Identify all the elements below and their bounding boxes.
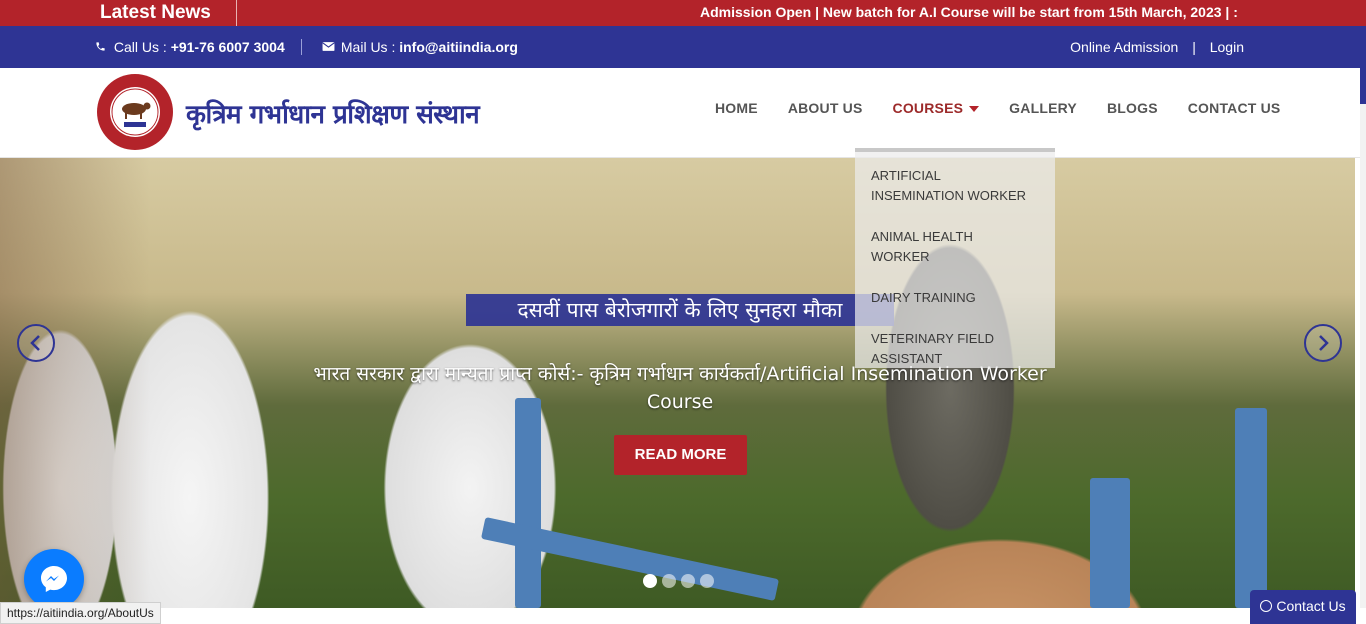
dropdown-item-line: VETERINARY FIELD	[871, 331, 995, 346]
hero-headline: दसवीं पास बेरोजगारों के लिए सुनहरा मौका	[517, 298, 843, 322]
slider-next-button[interactable]	[1304, 324, 1342, 362]
courses-dropdown: ARTIFICIAL INSEMINATION WORKER ANIMAL HE…	[855, 148, 1055, 368]
phone-icon	[95, 27, 107, 69]
nav-contact-us[interactable]: CONTACT US	[1188, 100, 1281, 116]
mail-us[interactable]: Mail Us : info@aitiindia.org	[322, 26, 518, 68]
messenger-chat-button[interactable]	[24, 549, 84, 609]
nav-gallery[interactable]: GALLERY	[1009, 100, 1077, 116]
caret-down-icon	[969, 106, 980, 113]
contact-divider	[301, 39, 302, 55]
call-us[interactable]: Call Us : +91-76 6007 3004	[95, 26, 285, 68]
chevron-left-icon	[30, 335, 40, 351]
online-admission-link[interactable]: Online Admission	[1070, 39, 1178, 55]
top-contact-bar: Call Us : +91-76 6007 3004 Mail Us : inf…	[0, 26, 1366, 68]
slider-dot[interactable]	[662, 574, 676, 588]
page-scrollbar[interactable]	[1360, 68, 1366, 624]
nav-home[interactable]: HOME	[715, 100, 758, 116]
page: Latest News Admission Open | New batch f…	[0, 0, 1366, 624]
hero-photo-shade	[0, 158, 150, 608]
hero-subtext-line2: Course	[646, 391, 714, 413]
account-links: Online Admission | Login	[1070, 26, 1244, 68]
dropdown-item-ai-worker[interactable]: ARTIFICIAL INSEMINATION WORKER	[871, 166, 1046, 206]
dropdown-item-line: ARTIFICIAL	[871, 168, 941, 183]
dropdown-item-line: ASSISTANT	[871, 351, 943, 366]
login-link[interactable]: Login	[1210, 39, 1244, 55]
dropdown-item-veterinary-field-assistant[interactable]: VETERINARY FIELD ASSISTANT	[871, 329, 1046, 369]
slider-prev-button[interactable]	[17, 324, 55, 362]
hero-photo-pole	[515, 398, 541, 608]
slider-dot[interactable]	[700, 574, 714, 588]
nav-courses[interactable]: COURSES	[893, 100, 980, 116]
latest-news-label: Latest News	[100, 0, 237, 26]
slider-dot[interactable]	[681, 574, 695, 588]
contact-us-float-button[interactable]: Contact Us	[1250, 590, 1356, 624]
chevron-right-icon	[1319, 335, 1329, 351]
browser-status-url: https://aitiindia.org/AboutUs	[0, 602, 161, 624]
hero-headline-box: दसवीं पास बेरोजगारों के लिए सुनहरा मौका	[466, 294, 894, 326]
call-label: Call Us :	[113, 39, 167, 55]
dropdown-item-line: WORKER	[871, 249, 930, 264]
news-ticker[interactable]: Admission Open | New batch for A.I Cours…	[700, 0, 1266, 26]
contact-us-label: Contact Us	[1276, 598, 1346, 614]
read-more-button[interactable]: READ MORE	[614, 435, 747, 475]
brand-title[interactable]: कृत्रिम गर्भाधान प्रशिक्षण संस्थान	[186, 95, 480, 131]
hero-slider: दसवीं पास बेरोजगारों के लिए सुनहरा मौका …	[0, 158, 1355, 608]
envelope-icon	[322, 27, 335, 69]
dropdown-item-line: ANIMAL HEALTH	[871, 229, 973, 244]
page-bottom-strip	[0, 608, 1366, 624]
slider-dots	[643, 574, 714, 588]
nav-about-us[interactable]: ABOUT US	[788, 100, 863, 116]
hero-photo-pole	[1235, 408, 1267, 608]
call-number[interactable]: +91-76 6007 3004	[171, 39, 285, 55]
dropdown-item-animal-health-worker[interactable]: ANIMAL HEALTH WORKER	[871, 227, 1046, 267]
link-separator: |	[1192, 39, 1196, 55]
nav-blogs[interactable]: BLOGS	[1107, 100, 1158, 116]
main-nav: HOME ABOUT US COURSES GALLERY BLOGS CONT…	[700, 68, 1295, 148]
site-header: कृत्रिम गर्भाधान प्रशिक्षण संस्थान HOME …	[0, 68, 1360, 158]
dropdown-item-dairy-training[interactable]: DAIRY TRAINING	[871, 288, 1046, 308]
mail-label: Mail Us :	[340, 39, 396, 55]
slider-dot[interactable]	[643, 574, 657, 588]
latest-news-bar: Latest News Admission Open | New batch f…	[0, 0, 1366, 26]
dropdown-item-line: INSEMINATION WORKER	[871, 188, 1027, 203]
dropdown-item-line: DAIRY TRAINING	[871, 290, 976, 305]
mail-address[interactable]: info@aitiindia.org	[399, 39, 518, 55]
hero-photo-pole	[1090, 478, 1130, 608]
nav-courses-label: COURSES	[892, 100, 964, 116]
messenger-icon	[41, 566, 67, 592]
whatsapp-icon	[1260, 600, 1273, 612]
site-logo[interactable]	[96, 73, 174, 151]
page-scrollbar-thumb[interactable]	[1360, 68, 1366, 104]
